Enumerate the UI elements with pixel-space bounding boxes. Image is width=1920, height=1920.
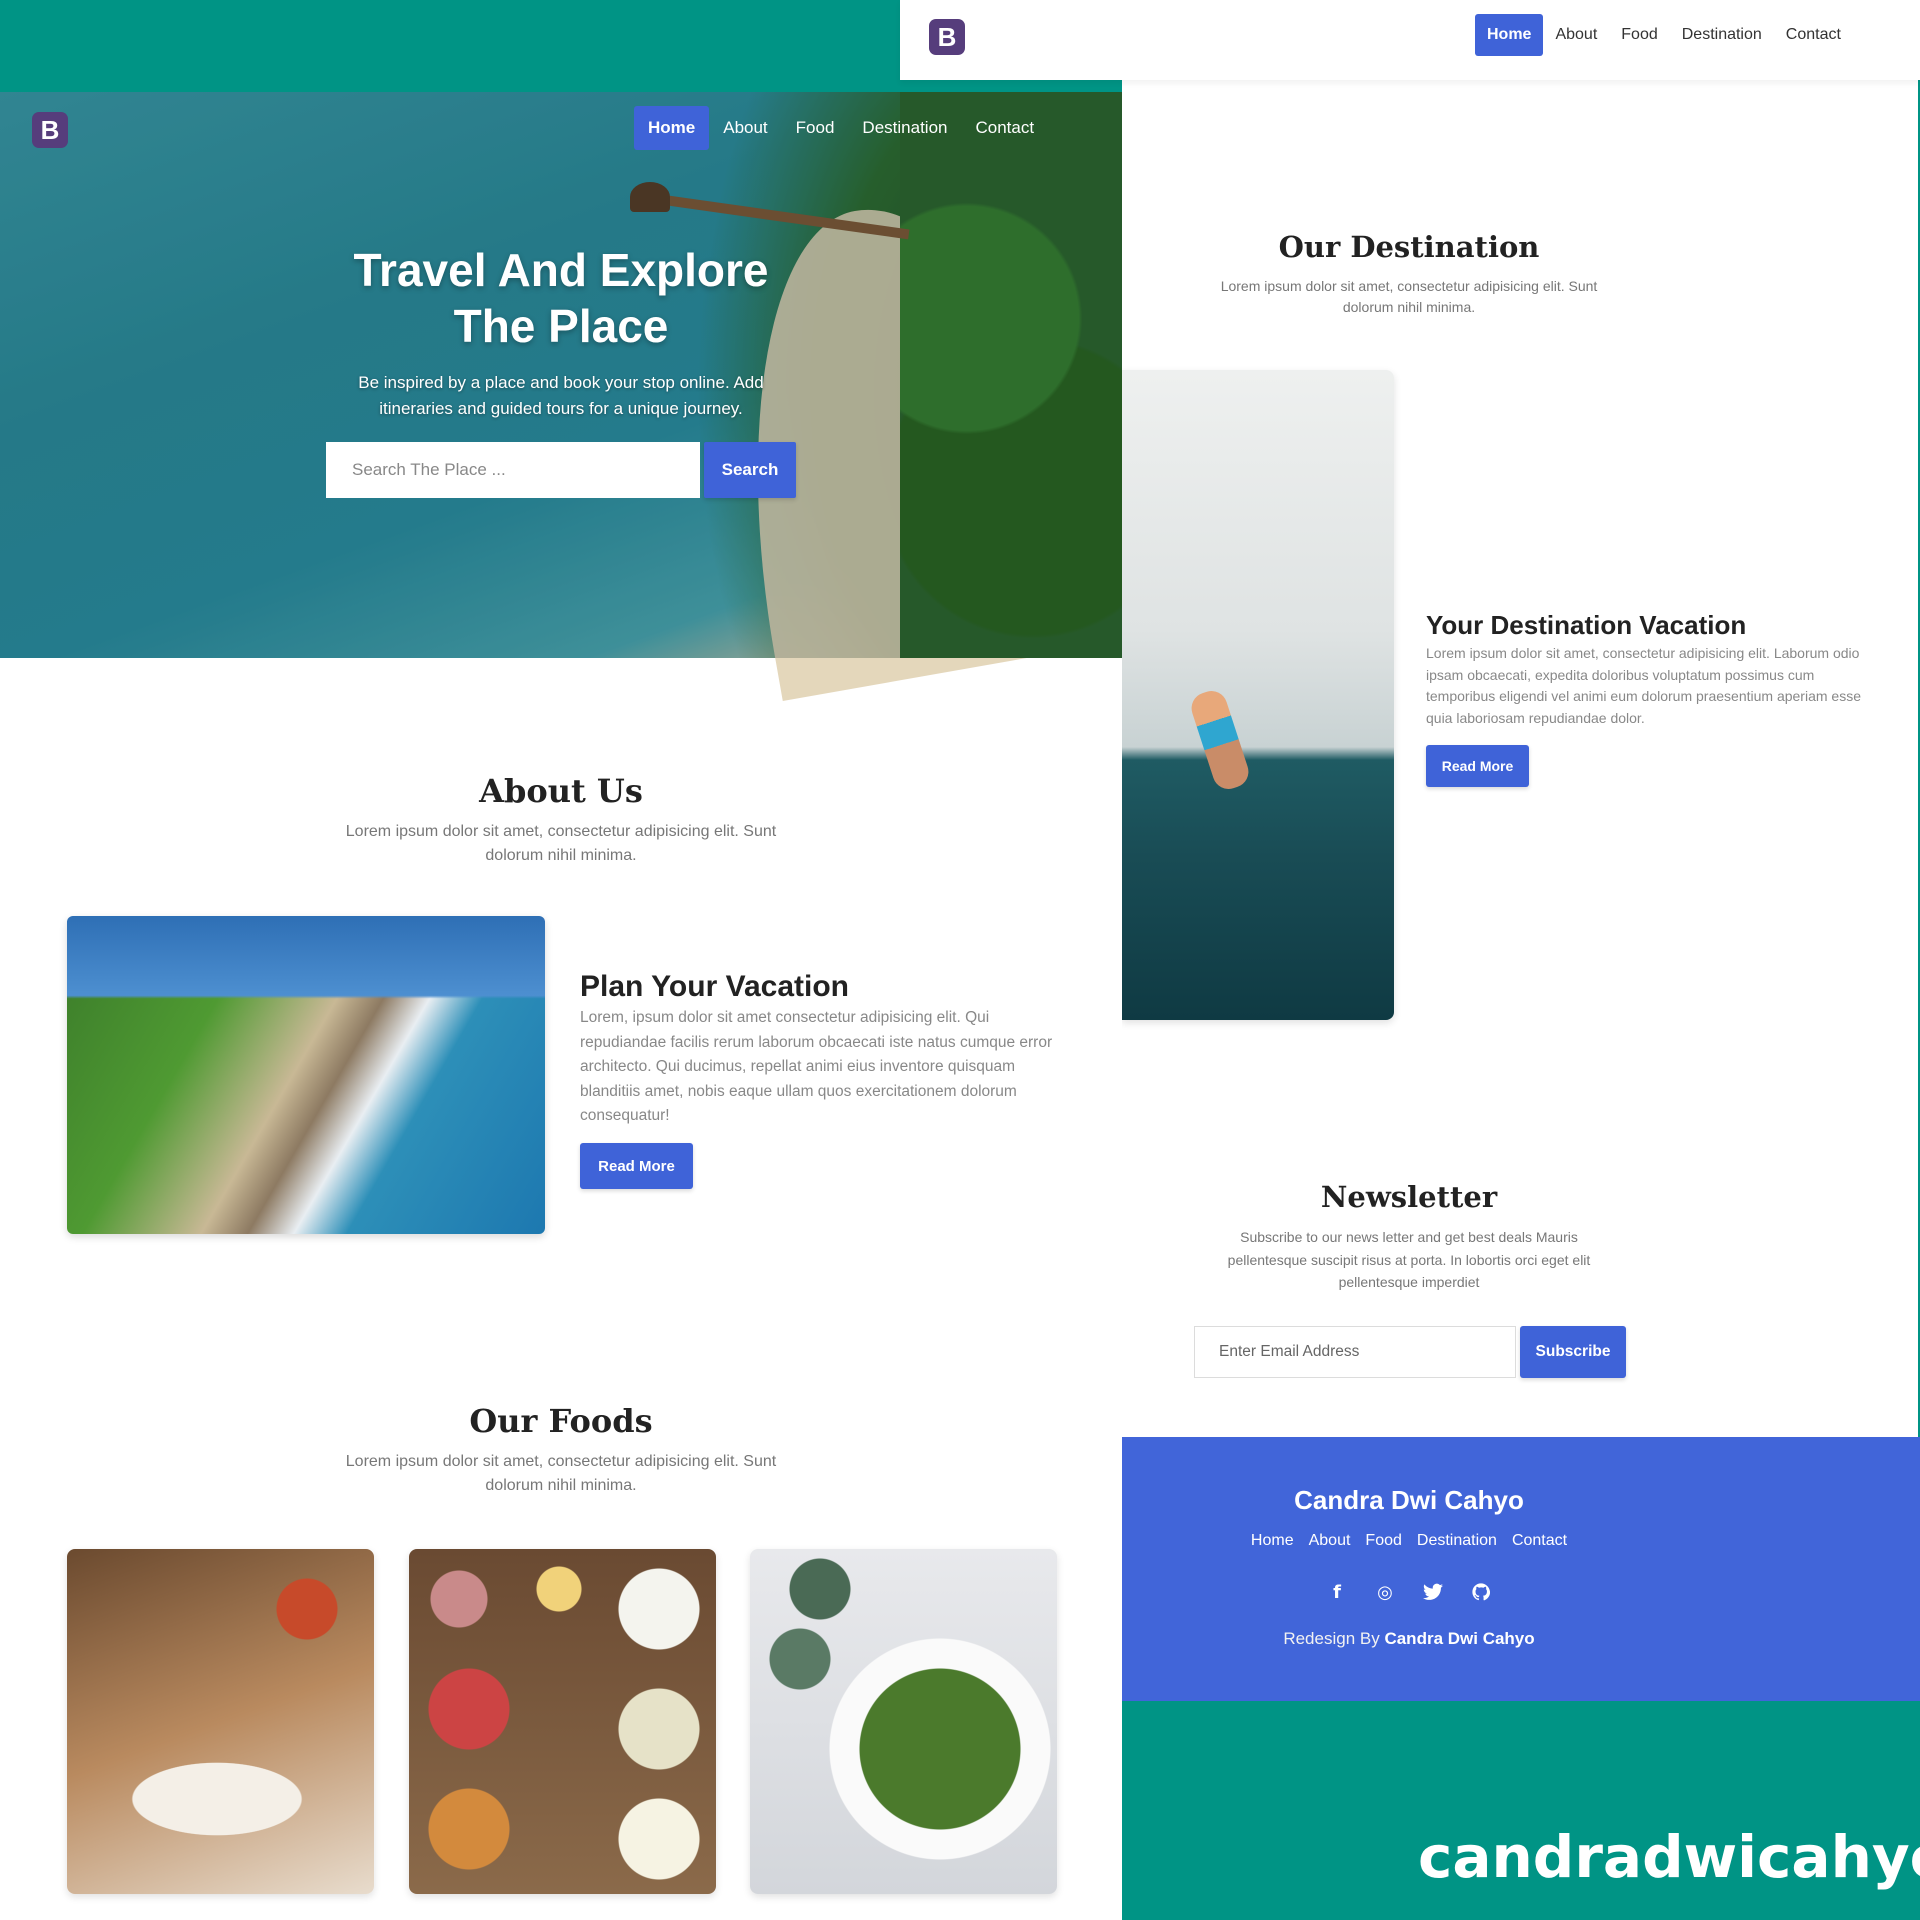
github-icon[interactable] [1470,1581,1492,1603]
destination-read-more-button[interactable]: Read More [1426,745,1529,787]
hero-content: Travel And Explore The Place Be inspired… [0,242,1122,498]
hero-section: B Home About Food Destination Contact Tr… [0,92,1122,658]
diver-ocean-image [1122,370,1394,1020]
footer-link-home[interactable]: Home [1251,1532,1294,1550]
destination-section-subtitle: Lorem ipsum dolor sit amet, consectetur … [1220,278,1598,315]
subscribe-button[interactable]: Subscribe [1520,1326,1626,1378]
social-links: f ◎ [1122,1581,1696,1603]
footer-brand-name: Candra Dwi Cahyo [1294,1485,1524,1515]
food-card-salad-image[interactable] [750,1549,1057,1894]
logo-letter: B [40,114,60,145]
diver-figure [1187,686,1253,794]
about-read-more-button[interactable]: Read More [580,1143,693,1189]
nav-food-link[interactable]: Food [1609,14,1669,56]
sticky-navbar: B Home About Food Destination Contact [900,0,1920,80]
nav-about-link[interactable]: About [709,106,781,150]
credit-author-link[interactable]: Candra Dwi Cahyo [1384,1629,1534,1648]
about-section-title: About Us [479,772,643,810]
nav-destination-link[interactable]: Destination [848,106,961,150]
facebook-icon[interactable]: f [1326,1581,1348,1603]
foods-section-title: Our Foods [469,1402,653,1440]
destination-vacation-heading: Your Destination Vacation [1426,610,1747,640]
credit-prefix: Redesign By [1283,1629,1380,1648]
right-page-panel: Our Destination Lorem ipsum dolor sit am… [1122,80,1920,1437]
hero-title: Travel And Explore The Place [353,244,769,352]
footer-credit: Redesign By Candra Dwi Cahyo [1122,1629,1696,1649]
nav-contact-link[interactable]: Contact [961,106,1048,150]
left-page-panel: B Home About Food Destination Contact Tr… [0,92,1122,1920]
site-footer: Candra Dwi Cahyo Home About Food Destina… [1122,1437,1920,1701]
hero-hut-image [630,182,670,212]
destination-vacation-text: Lorem ipsum dolor sit amet, consectetur … [1426,645,1861,726]
nav-home-link[interactable]: Home [1475,14,1544,56]
plan-vacation-heading: Plan Your Vacation [580,970,849,1003]
plan-vacation-text: Lorem, ipsum dolor sit amet consectetur … [580,1009,1053,1124]
foods-section-subtitle: Lorem ipsum dolor sit amet, consectetur … [345,1453,777,1494]
food-card-pasta-image[interactable] [67,1549,374,1894]
hero-navbar: Home About Food Destination Contact [634,106,1048,150]
nav-destination-link[interactable]: Destination [1670,14,1774,56]
beach-coast-image [67,916,545,1234]
nav-about-link[interactable]: About [1543,14,1609,56]
email-input[interactable]: Enter Email Address [1194,1326,1516,1378]
footer-link-food[interactable]: Food [1365,1532,1401,1550]
search-button[interactable]: Search [704,442,796,498]
destination-section-title: Our Destination [1278,230,1540,264]
bootstrap-logo-icon[interactable]: B [929,19,965,55]
newsletter-title: Newsletter [1320,1180,1498,1214]
logo-letter: B [937,21,957,52]
main-navbar: Home About Food Destination Contact [1475,14,1853,56]
watermark-text: candradwicahyo [1418,1823,1920,1891]
footer-link-about[interactable]: About [1309,1532,1351,1550]
newsletter-subtitle: Subscribe to our news letter and get bes… [1227,1229,1591,1290]
food-card-ingredients-image[interactable] [409,1549,716,1894]
search-input[interactable]: Search The Place ... [326,442,700,498]
footer-link-contact[interactable]: Contact [1512,1532,1567,1550]
hero-subtitle: Be inspired by a place and book your sto… [358,373,764,418]
instagram-icon[interactable]: ◎ [1374,1581,1396,1603]
hero-pier-image [660,194,910,240]
nav-contact-link[interactable]: Contact [1774,14,1853,56]
footer-link-destination[interactable]: Destination [1417,1532,1497,1550]
nav-food-link[interactable]: Food [782,106,849,150]
bootstrap-logo-icon[interactable]: B [32,112,68,148]
footer-links: Home About Food Destination Contact [1122,1532,1696,1550]
twitter-icon[interactable] [1422,1581,1444,1603]
search-form: Search The Place ... Search [0,442,1122,498]
about-section-subtitle: Lorem ipsum dolor sit amet, consectetur … [345,823,777,864]
nav-home-link[interactable]: Home [634,106,710,150]
